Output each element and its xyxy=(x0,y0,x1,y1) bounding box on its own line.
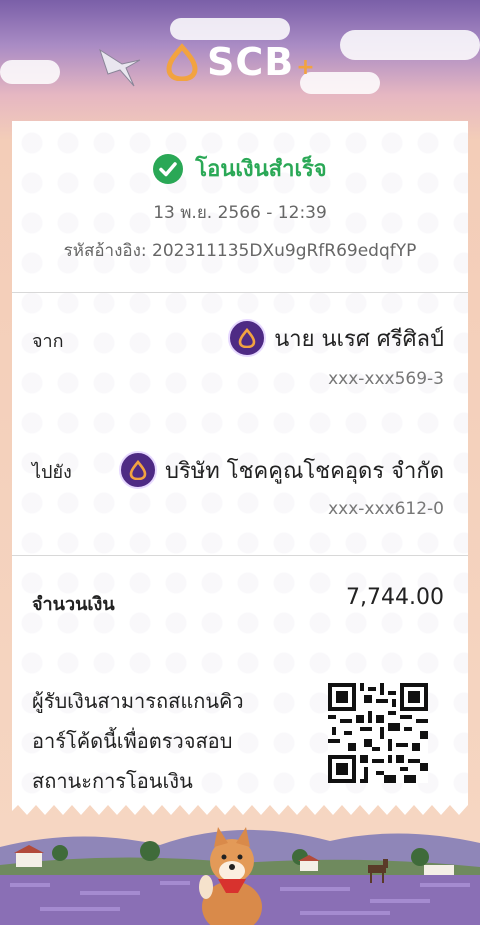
scb-logo: SCB + xyxy=(163,40,315,84)
qr-instruction-line: สถานะการโอนเงิน xyxy=(32,769,193,793)
transaction-datetime: 13 พ.ย. 2566 - 12:39 xyxy=(153,203,327,223)
scb-logo-icon xyxy=(166,43,198,81)
qr-code-icon[interactable] xyxy=(328,683,428,783)
from-name-row: นาย นเรศ ศรีศิลป์ xyxy=(228,319,444,357)
cloud-decoration xyxy=(340,30,480,60)
check-circle-icon xyxy=(153,153,184,184)
bird-illustration xyxy=(99,48,141,87)
scb-logo-icon xyxy=(228,319,267,357)
cloud-decoration xyxy=(170,18,290,40)
status-row: โอนเงินสำเร็จ xyxy=(12,151,468,186)
from-label: จาก xyxy=(32,331,64,352)
brand-plus: + xyxy=(296,54,315,80)
receipt-card: โอนเงินสำเร็จ 13 พ.ย. 2566 - 12:39 รหัสอ… xyxy=(12,121,468,805)
reference-id: รหัสอ้างอิง: 202311135DXu9gRfR69edqfYP xyxy=(63,241,417,261)
brand-name: SCB xyxy=(207,40,295,84)
receipt-zigzag-edge xyxy=(12,803,468,815)
to-account: xxx-xxx612-0 xyxy=(328,499,444,519)
qr-instruction-line: อาร์โค้ดนี้เพื่อตรวจสอบ xyxy=(32,729,233,753)
from-name: นาย นเรศ ศรีศิลป์ xyxy=(274,326,444,352)
qr-instruction: ผู้รับเงินสามารถสแกนคิว อาร์โค้ดนี้เพื่อ… xyxy=(32,681,292,801)
divider xyxy=(12,292,468,293)
to-label: ไปยัง xyxy=(32,462,72,483)
status-text: โอนเงินสำเร็จ xyxy=(195,157,327,182)
cloud-decoration xyxy=(0,60,60,84)
divider xyxy=(12,555,468,556)
amount-label: จำนวนเงิน xyxy=(32,594,115,615)
from-account: xxx-xxx569-3 xyxy=(328,369,444,389)
amount-value: 7,744.00 xyxy=(346,585,444,610)
to-name-row: บริษัท โชคคูณโชคอุดร จำกัด xyxy=(119,451,444,489)
scb-logo-icon xyxy=(119,451,157,489)
to-name: บริษัท โชคคูณโชคอุดร จำกัด xyxy=(165,458,444,484)
qr-instruction-line: ผู้รับเงินสามารถสแกนคิว xyxy=(32,689,244,713)
lavender-field-illustration xyxy=(0,827,480,925)
